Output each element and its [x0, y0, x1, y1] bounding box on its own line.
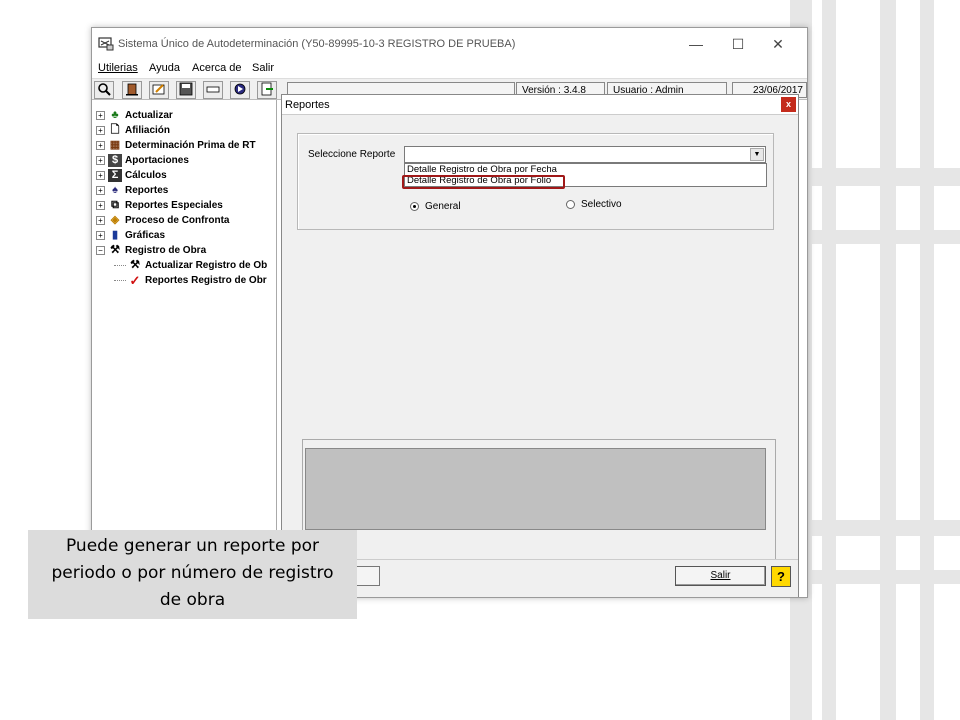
highlight-box: [402, 175, 565, 189]
toolbar-building-button[interactable]: [122, 81, 142, 99]
menu-utilerias[interactable]: Utilerias: [98, 62, 138, 74]
title-bar[interactable]: Sistema Único de Autodeterminación (Y50-…: [92, 28, 807, 60]
sigma-icon: Σ: [108, 168, 122, 182]
tree-item-actualizar[interactable]: + ♣ Actualizar: [96, 108, 173, 123]
dialog-title: Reportes: [285, 99, 330, 111]
tree-item-afiliacion[interactable]: + 🗋 Afiliación: [96, 123, 170, 138]
slide: Sistema Único de Autodeterminación (Y50-…: [0, 0, 960, 720]
expand-icon[interactable]: +: [96, 170, 105, 180]
caption-line-3: de obra: [159, 590, 226, 610]
toolbar-search-button[interactable]: [94, 81, 114, 99]
help-button[interactable]: ?: [771, 566, 791, 587]
expand-icon[interactable]: +: [96, 110, 105, 120]
chevron-down-icon[interactable]: ▼: [750, 148, 764, 161]
dialog-title-bar[interactable]: Reportes x: [282, 95, 798, 115]
expand-icon[interactable]: +: [96, 155, 105, 165]
toolbar-eraser-button[interactable]: [203, 81, 223, 99]
dropdown-option-fecha[interactable]: Detalle Registro de Obra por Fecha: [407, 164, 557, 175]
expand-icon[interactable]: +: [96, 215, 105, 225]
floppy-icon: [179, 82, 193, 96]
menu-salir[interactable]: Salir: [252, 62, 274, 74]
preview-area: [305, 448, 766, 530]
report-select[interactable]: ▼: [404, 146, 766, 163]
chart-icon: ▦: [109, 138, 121, 151]
edit-icon: [152, 84, 165, 95]
dialog-close-button[interactable]: x: [781, 97, 796, 112]
building-icon: [126, 83, 138, 96]
tools-icon: ⚒: [130, 258, 140, 271]
toolbar-edit-button[interactable]: [149, 81, 169, 99]
expand-icon[interactable]: +: [96, 230, 105, 240]
tree-item-reportes[interactable]: + ♠ Reportes: [96, 183, 168, 198]
expand-icon[interactable]: +: [96, 125, 105, 135]
radio-selectivo[interactable]: Selectivo: [566, 199, 622, 210]
salir-button[interactable]: Salir: [675, 566, 766, 586]
report-icon: ♠: [112, 183, 118, 196]
dollar-icon: $: [108, 153, 122, 167]
tree-item-reportes-especiales[interactable]: + ⧉ Reportes Especiales: [96, 198, 223, 213]
window-title: Sistema Único de Autodeterminación (Y50-…: [118, 38, 516, 50]
bar-chart-icon: ▮: [111, 228, 119, 241]
navigation-tree: + ♣ Actualizar + 🗋 Afiliación + ▦ Determinació…: [92, 100, 277, 597]
tools-icon: ⚒: [110, 243, 120, 256]
tree-child-reportes-registro[interactable]: ✓ Reportes Registro de Obr: [114, 273, 267, 288]
bg-stripe: [880, 0, 896, 720]
caption-box: Puede generar un reporte por periodo o p…: [28, 530, 357, 619]
close-button[interactable]: ✕: [764, 34, 792, 54]
toolbar-exit-button[interactable]: [257, 81, 277, 99]
caption-line-1: Puede generar un reporte por: [65, 536, 320, 556]
radio-general[interactable]: General: [410, 201, 461, 212]
expand-icon[interactable]: +: [96, 140, 105, 150]
menu-acerca-de[interactable]: Acerca de: [192, 62, 242, 74]
bg-stripe: [822, 0, 836, 720]
menu-bar: Utilerias Ayuda Acerca de Salir: [92, 60, 807, 78]
eraser-icon: [206, 86, 220, 93]
maximize-button[interactable]: ☐: [724, 34, 752, 54]
compare-icon: ◈: [110, 213, 120, 226]
exit-icon: [261, 82, 273, 96]
tree-item-registro-obra[interactable]: − ⚒ Registro de Obra: [96, 243, 206, 258]
run-icon: [234, 83, 246, 95]
toolbar-run-button[interactable]: [230, 81, 250, 99]
tree-child-actualizar-registro[interactable]: ⚒ Actualizar Registro de Ob: [114, 258, 267, 273]
dialog-body: Seleccione Reporte ▼ Detalle Registro de…: [282, 116, 798, 597]
collapse-icon[interactable]: −: [96, 245, 105, 255]
menu-ayuda[interactable]: Ayuda: [149, 62, 180, 74]
magnifier-icon: [98, 83, 111, 96]
check-icon: ✓: [129, 272, 141, 288]
tree-item-determinacion-prima[interactable]: + ▦ Determinación Prima de RT: [96, 138, 256, 153]
update-icon: ♣: [111, 108, 119, 121]
tree-item-calculos[interactable]: + Σ Cálculos: [96, 168, 167, 183]
expand-icon[interactable]: +: [96, 200, 105, 210]
caption-line-2: periodo o por número de registro: [51, 563, 334, 583]
minimize-button[interactable]: —: [682, 34, 710, 54]
toolbar-save-button[interactable]: [176, 81, 196, 99]
tree-item-aportaciones[interactable]: + $ Aportaciones: [96, 153, 189, 168]
radio-dot-selected[interactable]: [410, 201, 419, 211]
select-report-label: Seleccione Reporte: [308, 149, 396, 160]
radio-dot[interactable]: [566, 199, 575, 209]
app-icon: [98, 37, 114, 51]
bg-stripe: [920, 0, 934, 720]
tree-item-graficas[interactable]: + ▮ Gráficas: [96, 228, 165, 243]
reportes-dialog: Reportes x Seleccione Reporte ▼ Detalle …: [281, 94, 799, 597]
report-options-group: Seleccione Reporte ▼ Detalle Registro de…: [297, 133, 774, 230]
dialog-button-bar: Salir ?: [282, 559, 798, 597]
document-icon: 🗋: [110, 123, 120, 136]
expand-icon[interactable]: +: [96, 185, 105, 195]
copy-icon: ⧉: [111, 198, 119, 211]
tree-item-proceso-confronta[interactable]: + ◈ Proceso de Confronta: [96, 213, 229, 228]
